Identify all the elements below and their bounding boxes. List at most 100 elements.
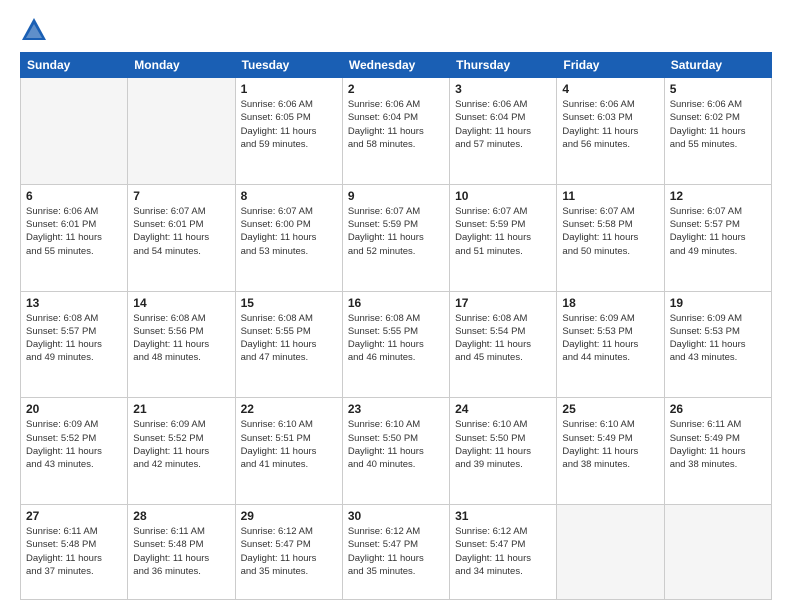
- calendar-cell: 29Sunrise: 6:12 AM Sunset: 5:47 PM Dayli…: [235, 505, 342, 600]
- day-number: 1: [241, 82, 337, 96]
- day-number: 6: [26, 189, 122, 203]
- calendar-cell: 11 Sunrise: 6:07 AM Sunset: 5:58 PM Dayli…: [557, 184, 664, 291]
- day-number: 10: [455, 189, 551, 203]
- day-info: Sunrise: 6:10 AM Sunset: 5:49 PM Dayligh…: [562, 418, 658, 471]
- calendar-cell: 23 Sunrise: 6:10 AM Sunset: 5:50 PM Dayli…: [342, 398, 449, 505]
- day-info: Sunrise: 6:10 AM Sunset: 5:51 PM Dayligh…: [241, 418, 337, 471]
- day-info: Sunrise: 6:09 AM Sunset: 5:52 PM Dayligh…: [26, 418, 122, 471]
- day-number: 5: [670, 82, 766, 96]
- calendar-cell: 12 Sunrise: 6:07 AM Sunset: 5:57 PM Dayli…: [664, 184, 771, 291]
- calendar-cell: 25 Sunrise: 6:10 AM Sunset: 5:49 PM Dayli…: [557, 398, 664, 505]
- calendar-cell: 18 Sunrise: 6:09 AM Sunset: 5:53 PM Dayli…: [557, 291, 664, 398]
- day-info: Sunrise: 6:09 AM Sunset: 5:52 PM Dayligh…: [133, 418, 229, 471]
- day-number: 26: [670, 402, 766, 416]
- calendar-cell: 4Sunrise: 6:06 AM Sunset: 6:03 PM Daylig…: [557, 78, 664, 185]
- day-number: 30: [348, 509, 444, 523]
- day-info: Sunrise: 6:06 AM Sunset: 6:05 PM Dayligh…: [241, 98, 337, 151]
- calendar-cell: 14Sunrise: 6:08 AM Sunset: 5:56 PM Dayli…: [128, 291, 235, 398]
- day-info: Sunrise: 6:11 AM Sunset: 5:48 PM Dayligh…: [26, 525, 122, 578]
- day-info: Sunrise: 6:07 AM Sunset: 5:57 PM Dayligh…: [670, 205, 766, 258]
- day-info: Sunrise: 6:07 AM Sunset: 5:59 PM Dayligh…: [455, 205, 551, 258]
- day-info: Sunrise: 6:09 AM Sunset: 5:53 PM Dayligh…: [562, 312, 658, 365]
- day-info: Sunrise: 6:10 AM Sunset: 5:50 PM Dayligh…: [348, 418, 444, 471]
- calendar-cell: 16 Sunrise: 6:08 AM Sunset: 5:55 PM Dayli…: [342, 291, 449, 398]
- day-number: 24: [455, 402, 551, 416]
- day-info: Sunrise: 6:09 AM Sunset: 5:53 PM Dayligh…: [670, 312, 766, 365]
- day-info: Sunrise: 6:06 AM Sunset: 6:01 PM Dayligh…: [26, 205, 122, 258]
- day-info: Sunrise: 6:06 AM Sunset: 6:04 PM Dayligh…: [455, 98, 551, 151]
- calendar-cell: 3Sunrise: 6:06 AM Sunset: 6:04 PM Daylig…: [450, 78, 557, 185]
- day-info: Sunrise: 6:07 AM Sunset: 5:58 PM Dayligh…: [562, 205, 658, 258]
- weekday-header-saturday: Saturday: [664, 53, 771, 78]
- day-number: 8: [241, 189, 337, 203]
- calendar-cell: 1 Sunrise: 6:06 AM Sunset: 6:05 PM Daylig…: [235, 78, 342, 185]
- day-number: 28: [133, 509, 229, 523]
- calendar-cell: 26Sunrise: 6:11 AM Sunset: 5:49 PM Dayli…: [664, 398, 771, 505]
- day-info: Sunrise: 6:10 AM Sunset: 5:50 PM Dayligh…: [455, 418, 551, 471]
- calendar-cell: 21Sunrise: 6:09 AM Sunset: 5:52 PM Dayli…: [128, 398, 235, 505]
- calendar-cell: 2 Sunrise: 6:06 AM Sunset: 6:04 PM Daylig…: [342, 78, 449, 185]
- weekday-header-thursday: Thursday: [450, 53, 557, 78]
- calendar-cell: [128, 78, 235, 185]
- day-info: Sunrise: 6:08 AM Sunset: 5:57 PM Dayligh…: [26, 312, 122, 365]
- week-row-4: 20 Sunrise: 6:09 AM Sunset: 5:52 PM Dayli…: [21, 398, 772, 505]
- day-number: 2: [348, 82, 444, 96]
- day-info: Sunrise: 6:08 AM Sunset: 5:54 PM Dayligh…: [455, 312, 551, 365]
- day-info: Sunrise: 6:06 AM Sunset: 6:04 PM Dayligh…: [348, 98, 444, 151]
- day-info: Sunrise: 6:07 AM Sunset: 5:59 PM Dayligh…: [348, 205, 444, 258]
- day-number: 11: [562, 189, 658, 203]
- day-info: Sunrise: 6:12 AM Sunset: 5:47 PM Dayligh…: [348, 525, 444, 578]
- logo: [20, 16, 52, 44]
- logo-icon: [20, 16, 48, 44]
- calendar-cell: 20 Sunrise: 6:09 AM Sunset: 5:52 PM Dayli…: [21, 398, 128, 505]
- day-number: 9: [348, 189, 444, 203]
- day-number: 12: [670, 189, 766, 203]
- calendar-cell: 19Sunrise: 6:09 AM Sunset: 5:53 PM Dayli…: [664, 291, 771, 398]
- weekday-header-friday: Friday: [557, 53, 664, 78]
- week-row-3: 13 Sunrise: 6:08 AM Sunset: 5:57 PM Dayli…: [21, 291, 772, 398]
- day-number: 15: [241, 296, 337, 310]
- day-info: Sunrise: 6:07 AM Sunset: 6:01 PM Dayligh…: [133, 205, 229, 258]
- day-number: 13: [26, 296, 122, 310]
- weekday-header-monday: Monday: [128, 53, 235, 78]
- day-number: 23: [348, 402, 444, 416]
- calendar-cell: 28 Sunrise: 6:11 AM Sunset: 5:48 PM Dayli…: [128, 505, 235, 600]
- weekday-header-row: SundayMondayTuesdayWednesdayThursdayFrid…: [21, 53, 772, 78]
- day-number: 16: [348, 296, 444, 310]
- calendar-table: SundayMondayTuesdayWednesdayThursdayFrid…: [20, 52, 772, 600]
- day-info: Sunrise: 6:07 AM Sunset: 6:00 PM Dayligh…: [241, 205, 337, 258]
- day-number: 20: [26, 402, 122, 416]
- calendar-cell: 17 Sunrise: 6:08 AM Sunset: 5:54 PM Dayli…: [450, 291, 557, 398]
- day-number: 4: [562, 82, 658, 96]
- calendar-cell: 6 Sunrise: 6:06 AM Sunset: 6:01 PM Daylig…: [21, 184, 128, 291]
- day-number: 14: [133, 296, 229, 310]
- day-info: Sunrise: 6:06 AM Sunset: 6:02 PM Dayligh…: [670, 98, 766, 151]
- calendar-cell: 15 Sunrise: 6:08 AM Sunset: 5:55 PM Dayli…: [235, 291, 342, 398]
- day-info: Sunrise: 6:08 AM Sunset: 5:55 PM Dayligh…: [348, 312, 444, 365]
- calendar-cell: [664, 505, 771, 600]
- day-number: 31: [455, 509, 551, 523]
- header: [20, 16, 772, 44]
- day-number: 27: [26, 509, 122, 523]
- calendar-cell: 31 Sunrise: 6:12 AM Sunset: 5:47 PM Dayli…: [450, 505, 557, 600]
- day-info: Sunrise: 6:12 AM Sunset: 5:47 PM Dayligh…: [455, 525, 551, 578]
- calendar-cell: 22 Sunrise: 6:10 AM Sunset: 5:51 PM Dayli…: [235, 398, 342, 505]
- calendar-cell: [21, 78, 128, 185]
- day-number: 22: [241, 402, 337, 416]
- page: SundayMondayTuesdayWednesdayThursdayFrid…: [0, 0, 792, 612]
- calendar-cell: 27 Sunrise: 6:11 AM Sunset: 5:48 PM Dayli…: [21, 505, 128, 600]
- calendar-cell: 24 Sunrise: 6:10 AM Sunset: 5:50 PM Dayli…: [450, 398, 557, 505]
- day-info: Sunrise: 6:08 AM Sunset: 5:55 PM Dayligh…: [241, 312, 337, 365]
- day-number: 18: [562, 296, 658, 310]
- day-number: 29: [241, 509, 337, 523]
- day-info: Sunrise: 6:11 AM Sunset: 5:48 PM Dayligh…: [133, 525, 229, 578]
- day-number: 25: [562, 402, 658, 416]
- calendar-cell: 8 Sunrise: 6:07 AM Sunset: 6:00 PM Daylig…: [235, 184, 342, 291]
- calendar-cell: 10 Sunrise: 6:07 AM Sunset: 5:59 PM Dayli…: [450, 184, 557, 291]
- calendar-cell: 9 Sunrise: 6:07 AM Sunset: 5:59 PM Daylig…: [342, 184, 449, 291]
- calendar-cell: 7Sunrise: 6:07 AM Sunset: 6:01 PM Daylig…: [128, 184, 235, 291]
- week-row-5: 27 Sunrise: 6:11 AM Sunset: 5:48 PM Dayli…: [21, 505, 772, 600]
- weekday-header-wednesday: Wednesday: [342, 53, 449, 78]
- week-row-2: 6 Sunrise: 6:06 AM Sunset: 6:01 PM Daylig…: [21, 184, 772, 291]
- day-number: 17: [455, 296, 551, 310]
